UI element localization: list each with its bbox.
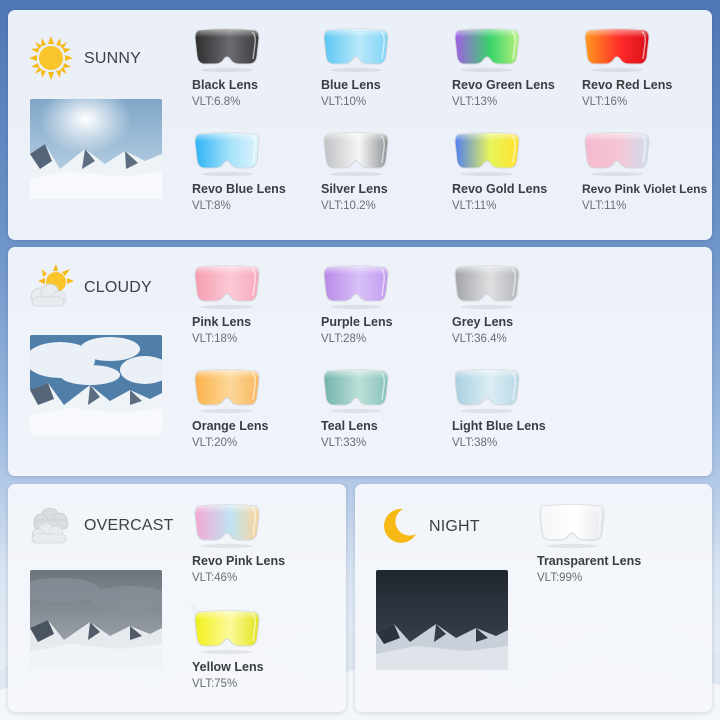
cloudy-section: CLOUDY Pink Lens VLT:18% Purple Lens VLT… [8,247,712,476]
lens-image [194,610,260,655]
lens-image [194,28,260,73]
lens-item: Light Blue Lens VLT:38% [452,367,592,449]
lens-vlt: VLT:99% [537,572,583,584]
sunny-label: SUNNY [84,50,142,67]
lens-image [539,504,605,549]
lens-item: Transparent Lens VLT:99% [537,502,677,584]
sunny-scene-image [30,99,162,199]
sunny-section: SUNNY Black Lens VLT:6.8% Blue Lens VLT:… [8,10,712,240]
lens-name: Revo Gold Lens [452,182,548,196]
lens-vlt: VLT:13% [452,96,498,108]
lens-name: Black Lens [192,78,259,92]
lens-vlt: VLT:36.4% [452,333,507,345]
crescent-moon-icon [379,506,419,551]
lens-image [584,28,650,73]
lens-vlt: VLT:16% [582,96,628,108]
lens-vlt: VLT:28% [321,333,367,345]
lens-image [323,369,389,414]
lens-image [454,28,520,73]
sun-behind-cloud-icon [26,263,76,314]
lens-item: Revo Red Lens VLT:16% [582,26,720,108]
lens-name: Purple Lens [321,315,393,329]
lens-item: Revo Pink Violet Lens VLT:11% [582,130,710,212]
lens-image [194,132,260,177]
lens-item: Pink Lens VLT:18% [192,263,332,345]
night-label: NIGHT [429,518,480,535]
lens-vlt: VLT:10.2% [321,200,376,212]
lens-name: Revo Pink Violet Lens [582,182,708,196]
lens-item: Black Lens VLT:6.8% [192,26,332,108]
lens-image [194,369,260,414]
lens-vlt: VLT:11% [452,200,497,212]
lens-image [454,265,520,310]
lens-image [323,265,389,310]
lens-item: Revo Green Lens VLT:13% [452,26,592,108]
lens-image [194,265,260,310]
cloudy-scene-image [30,335,162,435]
lens-image [454,132,520,177]
lens-image [323,28,389,73]
lens-name: Revo Red Lens [582,78,673,92]
lens-name: Pink Lens [192,315,252,329]
lens-item: Silver Lens VLT:10.2% [321,130,461,212]
lens-item: Blue Lens VLT:10% [321,26,461,108]
lens-image [454,369,520,414]
lens-item: Teal Lens VLT:33% [321,367,461,449]
lens-image [584,132,650,177]
lens-name: Revo Pink Lens [192,554,286,568]
lens-vlt: VLT:6.8% [192,96,241,108]
lens-vlt: VLT:8% [192,200,231,212]
overcast-label: OVERCAST [84,517,174,534]
lens-name: Teal Lens [321,419,378,433]
lens-item: Orange Lens VLT:20% [192,367,332,449]
lens-vlt: VLT:38% [452,437,498,449]
overcast-section: OVERCAST Revo Pink Lens VLT:46% Yellow L… [8,484,346,712]
lens-vlt: VLT:11% [582,200,627,212]
lens-item: Revo Gold Lens VLT:11% [452,130,592,212]
lens-name: Revo Blue Lens [192,182,286,196]
lens-image [323,132,389,177]
lens-item: Grey Lens VLT:36.4% [452,263,592,345]
sun-icon [28,35,74,86]
lens-item: Revo Pink Lens VLT:46% [192,502,332,584]
cloudy-label: CLOUDY [84,279,152,296]
lens-name: Transparent Lens [537,554,642,568]
lens-name: Orange Lens [192,419,269,433]
lens-vlt: VLT:46% [192,572,238,584]
lens-vlt: VLT:20% [192,437,238,449]
lens-vlt: VLT:10% [321,96,367,108]
night-section: NIGHT Transparent Lens VLT:99% [355,484,712,712]
lens-item: Purple Lens VLT:28% [321,263,461,345]
cloud-icon [26,504,76,551]
lens-name: Light Blue Lens [452,419,546,433]
lens-vlt: VLT:33% [321,437,367,449]
lens-image [194,504,260,549]
night-scene-image [376,570,508,670]
lens-vlt: VLT:18% [192,333,238,345]
lens-name: Revo Green Lens [452,78,555,92]
lens-vlt: VLT:75% [192,678,238,690]
lens-name: Yellow Lens [192,660,264,674]
lens-item: Yellow Lens VLT:75% [192,608,332,690]
lens-item: Revo Blue Lens VLT:8% [192,130,332,212]
lens-name: Blue Lens [321,78,381,92]
lens-name: Grey Lens [452,315,514,329]
lens-name: Silver Lens [321,182,388,196]
overcast-scene-image [30,570,162,670]
